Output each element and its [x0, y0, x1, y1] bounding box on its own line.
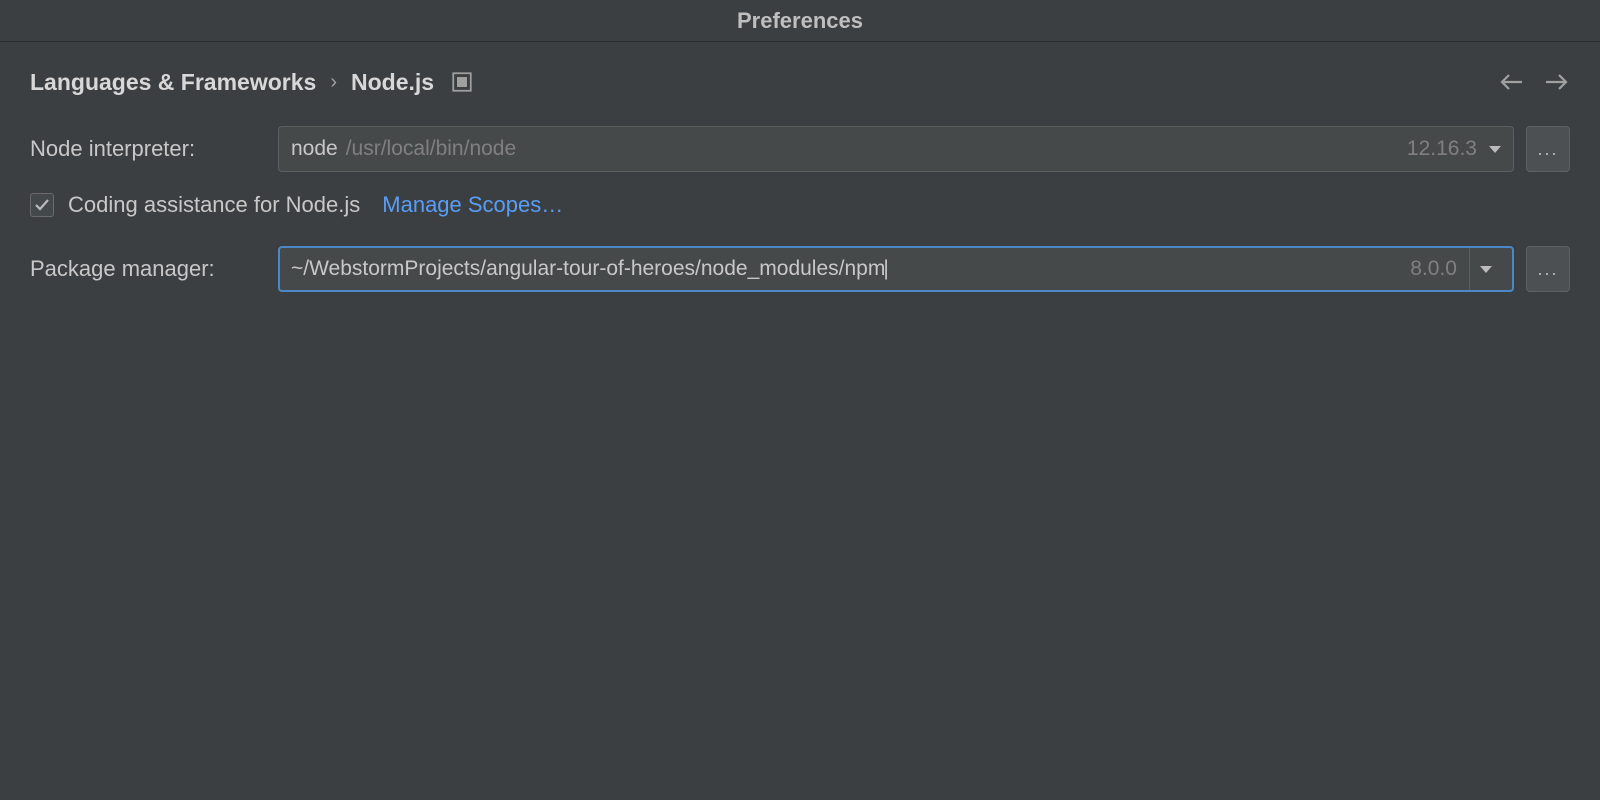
breadcrumb-current: Node.js — [351, 69, 434, 96]
back-button[interactable] — [1498, 68, 1526, 96]
package-manager-path: ~/WebstormProjects/angular-tour-of-heroe… — [291, 257, 1410, 281]
node-interpreter-combobox[interactable]: node /usr/local/bin/node 12.16.3 — [278, 126, 1514, 172]
chevron-right-icon: › — [330, 71, 337, 94]
ellipsis-icon: ... — [1537, 139, 1558, 160]
package-manager-combobox[interactable]: ~/WebstormProjects/angular-tour-of-heroe… — [278, 246, 1514, 292]
forward-button[interactable] — [1542, 68, 1570, 96]
node-interpreter-path: /usr/local/bin/node — [346, 137, 1407, 161]
coding-assistance-checkbox[interactable] — [30, 193, 54, 217]
settings-content: Node interpreter: node /usr/local/bin/no… — [0, 114, 1600, 324]
coding-assistance-label: Coding assistance for Node.js — [68, 192, 360, 218]
nav-arrows — [1498, 68, 1570, 96]
browse-package-manager-button[interactable]: ... — [1526, 246, 1570, 292]
check-icon — [34, 197, 50, 213]
package-manager-version: 8.0.0 — [1410, 257, 1457, 281]
header-row: Languages & Frameworks › Node.js — [0, 42, 1600, 114]
node-interpreter-label: Node interpreter: — [30, 136, 278, 162]
window-title-bar: Preferences — [0, 0, 1600, 42]
manage-scopes-link[interactable]: Manage Scopes… — [382, 192, 563, 218]
project-scope-icon[interactable] — [452, 72, 472, 92]
package-manager-label: Package manager: — [30, 256, 278, 282]
breadcrumb-parent[interactable]: Languages & Frameworks — [30, 69, 316, 96]
node-interpreter-name: node — [291, 137, 338, 161]
coding-assistance-row: Coding assistance for Node.js Manage Sco… — [30, 192, 1570, 218]
package-manager-row: Package manager: ~/WebstormProjects/angu… — [30, 246, 1570, 292]
breadcrumb: Languages & Frameworks › Node.js — [30, 69, 1498, 96]
node-interpreter-version: 12.16.3 — [1407, 137, 1477, 161]
window-title: Preferences — [737, 8, 863, 34]
browse-node-interpreter-button[interactable]: ... — [1526, 126, 1570, 172]
dropdown-icon[interactable] — [1469, 248, 1501, 290]
ellipsis-icon: ... — [1537, 259, 1558, 280]
dropdown-icon[interactable] — [1489, 146, 1501, 153]
node-interpreter-row: Node interpreter: node /usr/local/bin/no… — [30, 126, 1570, 172]
